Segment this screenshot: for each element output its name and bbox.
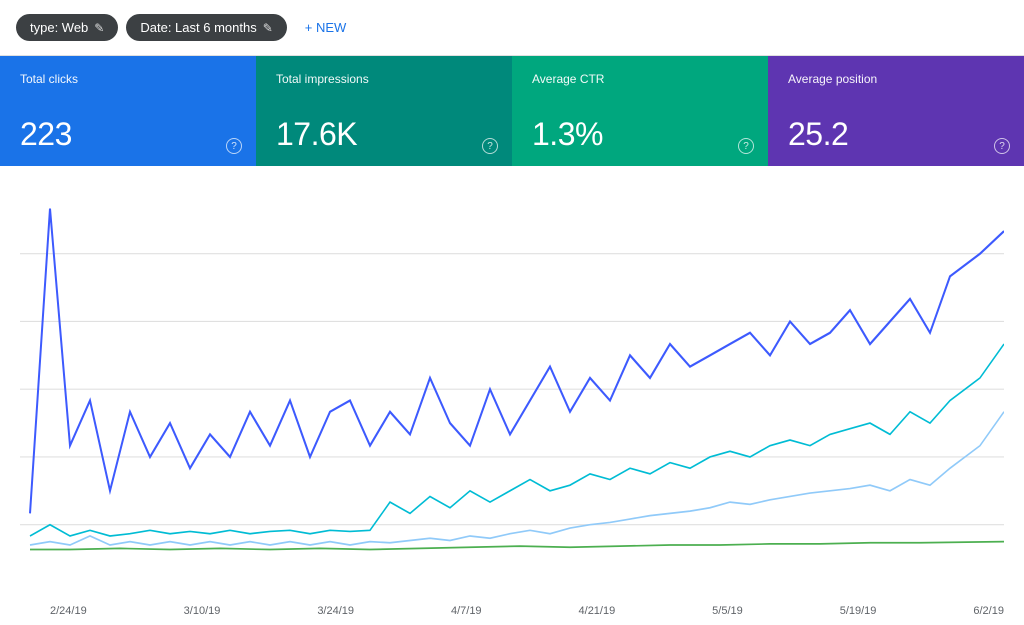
type-filter-label: type: Web xyxy=(30,20,88,35)
date-filter-edit-icon: ✎ xyxy=(263,21,273,35)
x-axis-labels: 2/24/19 3/10/19 3/24/19 4/7/19 4/21/19 5… xyxy=(20,601,1004,617)
x-label-7: 5/19/19 xyxy=(840,605,877,617)
metric-total-impressions-label: Total impressions xyxy=(276,72,492,88)
metric-total-clicks: Total clicks 223 ? xyxy=(0,56,256,166)
x-label-3: 3/24/19 xyxy=(317,605,354,617)
x-label-5: 4/21/19 xyxy=(579,605,616,617)
date-filter-chip[interactable]: Date: Last 6 months ✎ xyxy=(126,14,286,41)
type-filter-edit-icon: ✎ xyxy=(94,21,104,35)
metric-total-impressions-value: 17.6K xyxy=(276,118,492,150)
metric-average-position-value: 25.2 xyxy=(788,118,1004,150)
x-label-6: 5/5/19 xyxy=(712,605,743,617)
metric-average-ctr: Average CTR 1.3% ? xyxy=(512,56,768,166)
metric-average-ctr-value: 1.3% xyxy=(532,118,748,150)
metric-average-position-help[interactable]: ? xyxy=(994,138,1010,154)
metric-average-ctr-label: Average CTR xyxy=(532,72,748,88)
x-label-8: 6/2/19 xyxy=(973,605,1004,617)
metrics-row: Total clicks 223 ? Total impressions 17.… xyxy=(0,56,1024,166)
date-filter-label: Date: Last 6 months xyxy=(140,20,256,35)
metric-average-position-label: Average position xyxy=(788,72,1004,88)
new-button[interactable]: + NEW xyxy=(295,14,357,41)
metric-total-clicks-label: Total clicks xyxy=(20,72,236,88)
metric-total-clicks-value: 223 xyxy=(20,118,236,150)
metric-total-clicks-help[interactable]: ? xyxy=(226,138,242,154)
line-chart xyxy=(20,186,1004,615)
new-button-label: + NEW xyxy=(305,20,347,35)
toolbar: type: Web ✎ Date: Last 6 months ✎ + NEW xyxy=(0,0,1024,56)
x-label-1: 2/24/19 xyxy=(50,605,87,617)
metric-total-impressions-help[interactable]: ? xyxy=(482,138,498,154)
chart-area: 2/24/19 3/10/19 3/24/19 4/7/19 4/21/19 5… xyxy=(0,166,1024,625)
x-label-4: 4/7/19 xyxy=(451,605,482,617)
metric-average-position: Average position 25.2 ? xyxy=(768,56,1024,166)
main-content: Total clicks 223 ? Total impressions 17.… xyxy=(0,56,1024,625)
metric-average-ctr-help[interactable]: ? xyxy=(738,138,754,154)
x-label-2: 3/10/19 xyxy=(184,605,221,617)
metric-total-impressions: Total impressions 17.6K ? xyxy=(256,56,512,166)
type-filter-chip[interactable]: type: Web ✎ xyxy=(16,14,118,41)
